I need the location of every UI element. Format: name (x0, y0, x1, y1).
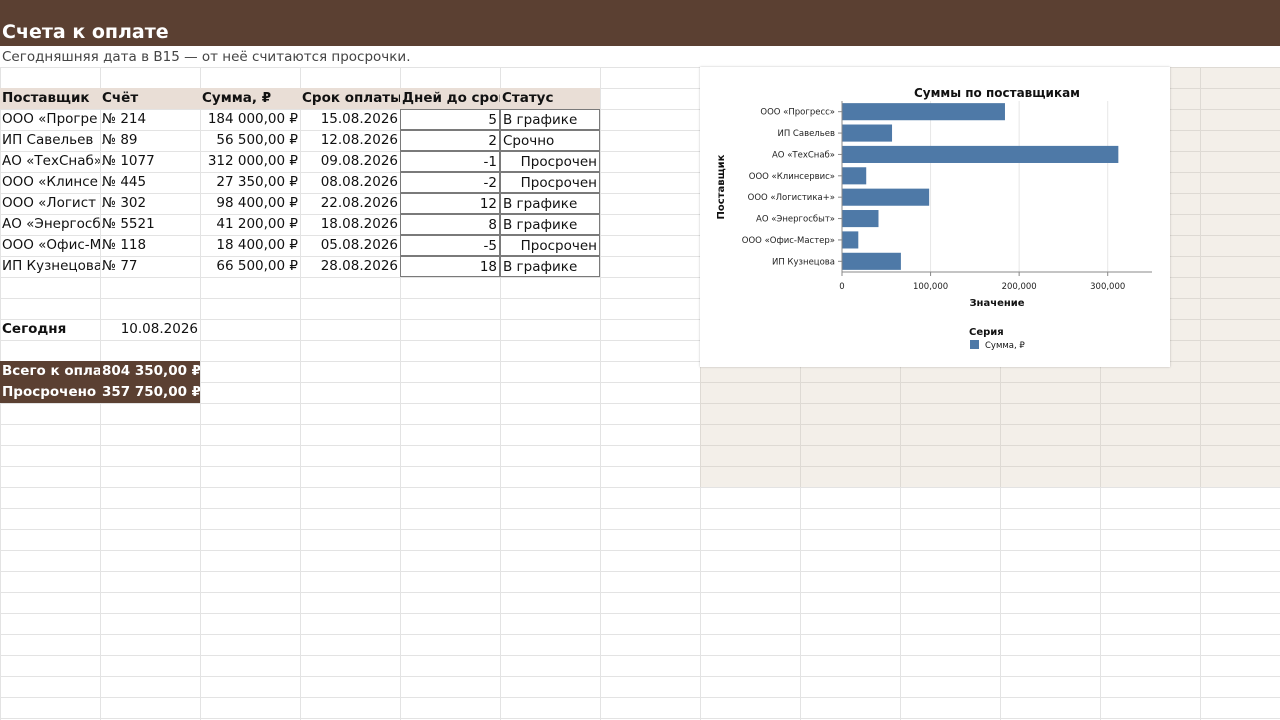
chart-bar (842, 252, 901, 270)
cell-invoice[interactable]: № 118 (100, 235, 200, 256)
cell-status[interactable]: В графике (500, 214, 600, 235)
chart-title: Суммы по поставщикам (914, 86, 1080, 100)
cell-days-left[interactable]: 5 (400, 109, 500, 130)
x-tick-label: 100,000 (913, 282, 948, 292)
cell-days-left[interactable]: 2 (400, 130, 500, 151)
cell-days-left[interactable]: -2 (400, 172, 500, 193)
header-days-left[interactable]: Дней до срок (400, 88, 500, 109)
legend-entry: Сумма, ₽ (985, 341, 1025, 351)
cell-amount[interactable]: 18 400,00 ₽ (200, 235, 300, 256)
y-category-label: ООО «Логистика+» (748, 193, 835, 203)
today-label[interactable]: Сегодня (0, 319, 100, 340)
cell-supplier[interactable]: ИП Кузнецова (0, 256, 100, 277)
cell-due-date[interactable]: 18.08.2026 (300, 214, 400, 235)
cell-status[interactable]: Срочно (500, 130, 600, 151)
header-invoice[interactable]: Счёт (100, 88, 200, 109)
cell-invoice[interactable]: № 77 (100, 256, 200, 277)
cell-supplier[interactable]: ООО «Клинсе (0, 172, 100, 193)
cell-supplier[interactable]: ИП Савельев (0, 130, 100, 151)
y-category-label: ООО «Клинсервис» (749, 172, 835, 182)
cell-days-left[interactable]: -5 (400, 235, 500, 256)
overdue-label[interactable]: Просрочено (0, 382, 100, 403)
chart-bar (842, 103, 1005, 121)
cell-due-date[interactable]: 28.08.2026 (300, 256, 400, 277)
y-category-label: АО «Энергосбыт» (756, 215, 835, 225)
chart-bar (842, 124, 893, 142)
chart-tick-labels: 0 100,000 200,000 300,000 (839, 282, 1125, 292)
cell-amount[interactable]: 41 200,00 ₽ (200, 214, 300, 235)
cell-invoice[interactable]: № 1077 (100, 151, 200, 172)
header-amount[interactable]: Сумма, ₽ (200, 88, 300, 109)
header-due-date[interactable]: Срок оплаты (300, 88, 400, 109)
sheet-subtitle: Сегодняшняя дата в B15 — от неё считаютс… (2, 49, 411, 65)
today-value[interactable]: 10.08.2026 (100, 319, 200, 340)
y-category-label: ООО «Офис-Мастер» (742, 236, 835, 246)
total-due-label[interactable]: Всего к опла (0, 361, 100, 382)
y-category-label: ООО «Прогресс» (760, 108, 835, 118)
y-category-label: ИП Кузнецова (772, 257, 835, 267)
cell-status[interactable]: В графике (500, 109, 600, 130)
chart-bars (842, 103, 1119, 270)
cell-amount[interactable]: 312 000,00 ₽ (200, 151, 300, 172)
chart-bar (842, 231, 859, 249)
header-supplier[interactable]: Поставщик (0, 88, 100, 109)
cell-status[interactable]: Просрочен (500, 235, 600, 256)
cell-supplier[interactable]: АО «Энергосб (0, 214, 100, 235)
cell-invoice[interactable]: № 302 (100, 193, 200, 214)
bar-chart: Суммы по поставщикам ООО «Прогресс» ИП Са… (716, 86, 1152, 351)
cell-supplier[interactable]: ООО «Офис-М (0, 235, 100, 256)
x-axis-label: Значение (969, 298, 1024, 309)
legend-swatch (970, 340, 979, 349)
y-category-label: ИП Савельев (777, 129, 835, 139)
cell-amount[interactable]: 66 500,00 ₽ (200, 256, 300, 277)
cell-due-date[interactable]: 09.08.2026 (300, 151, 400, 172)
cell-amount[interactable]: 56 500,00 ₽ (200, 130, 300, 151)
cell-status[interactable]: Просрочен (500, 151, 600, 172)
cell-due-date[interactable]: 05.08.2026 (300, 235, 400, 256)
cell-days-left[interactable]: -1 (400, 151, 500, 172)
x-tick-label: 200,000 (1002, 282, 1037, 292)
cell-amount[interactable]: 98 400,00 ₽ (200, 193, 300, 214)
title-bar (0, 0, 1280, 46)
y-category-label: АО «ТехСнаб» (772, 150, 835, 160)
cell-days-left[interactable]: 12 (400, 193, 500, 214)
cell-invoice[interactable]: № 214 (100, 109, 200, 130)
chart-bar (842, 210, 879, 228)
cell-status[interactable]: В графике (500, 256, 600, 277)
chart-container[interactable]: Суммы по поставщикам ООО «Прогресс» ИП Са… (700, 67, 1170, 367)
cell-days-left[interactable]: 8 (400, 214, 500, 235)
chart-bar (842, 167, 867, 185)
chart-bar (842, 145, 1119, 163)
cell-invoice[interactable]: № 89 (100, 130, 200, 151)
x-tick-label: 0 (839, 282, 844, 292)
chart-bar (842, 188, 930, 206)
cell-status[interactable]: Просрочен (500, 172, 600, 193)
cell-invoice[interactable]: № 445 (100, 172, 200, 193)
cell-due-date[interactable]: 08.08.2026 (300, 172, 400, 193)
overdue-value[interactable]: 357 750,00 ₽ (100, 382, 200, 403)
cell-amount[interactable]: 184 000,00 ₽ (200, 109, 300, 130)
header-status[interactable]: Статус (500, 88, 600, 109)
cell-supplier[interactable]: АО «ТехСнаб» (0, 151, 100, 172)
cell-due-date[interactable]: 22.08.2026 (300, 193, 400, 214)
y-axis-label: Поставщик (716, 154, 727, 219)
cell-amount[interactable]: 27 350,00 ₽ (200, 172, 300, 193)
cell-status[interactable]: В графике (500, 193, 600, 214)
legend-title: Серия (969, 327, 1004, 338)
cell-days-left[interactable]: 18 (400, 256, 500, 277)
total-due-value[interactable]: 804 350,00 ₽ (100, 361, 200, 382)
sheet-title: Счета к оплате (2, 21, 169, 43)
cell-invoice[interactable]: № 5521 (100, 214, 200, 235)
cell-supplier[interactable]: ООО «Логист (0, 193, 100, 214)
cell-due-date[interactable]: 12.08.2026 (300, 130, 400, 151)
cell-supplier[interactable]: ООО «Прогре (0, 109, 100, 130)
x-tick-label: 300,000 (1090, 282, 1125, 292)
cell-due-date[interactable]: 15.08.2026 (300, 109, 400, 130)
chart-category-labels: ООО «Прогресс» ИП Савельев АО «ТехСнаб» ООО… (742, 108, 835, 268)
